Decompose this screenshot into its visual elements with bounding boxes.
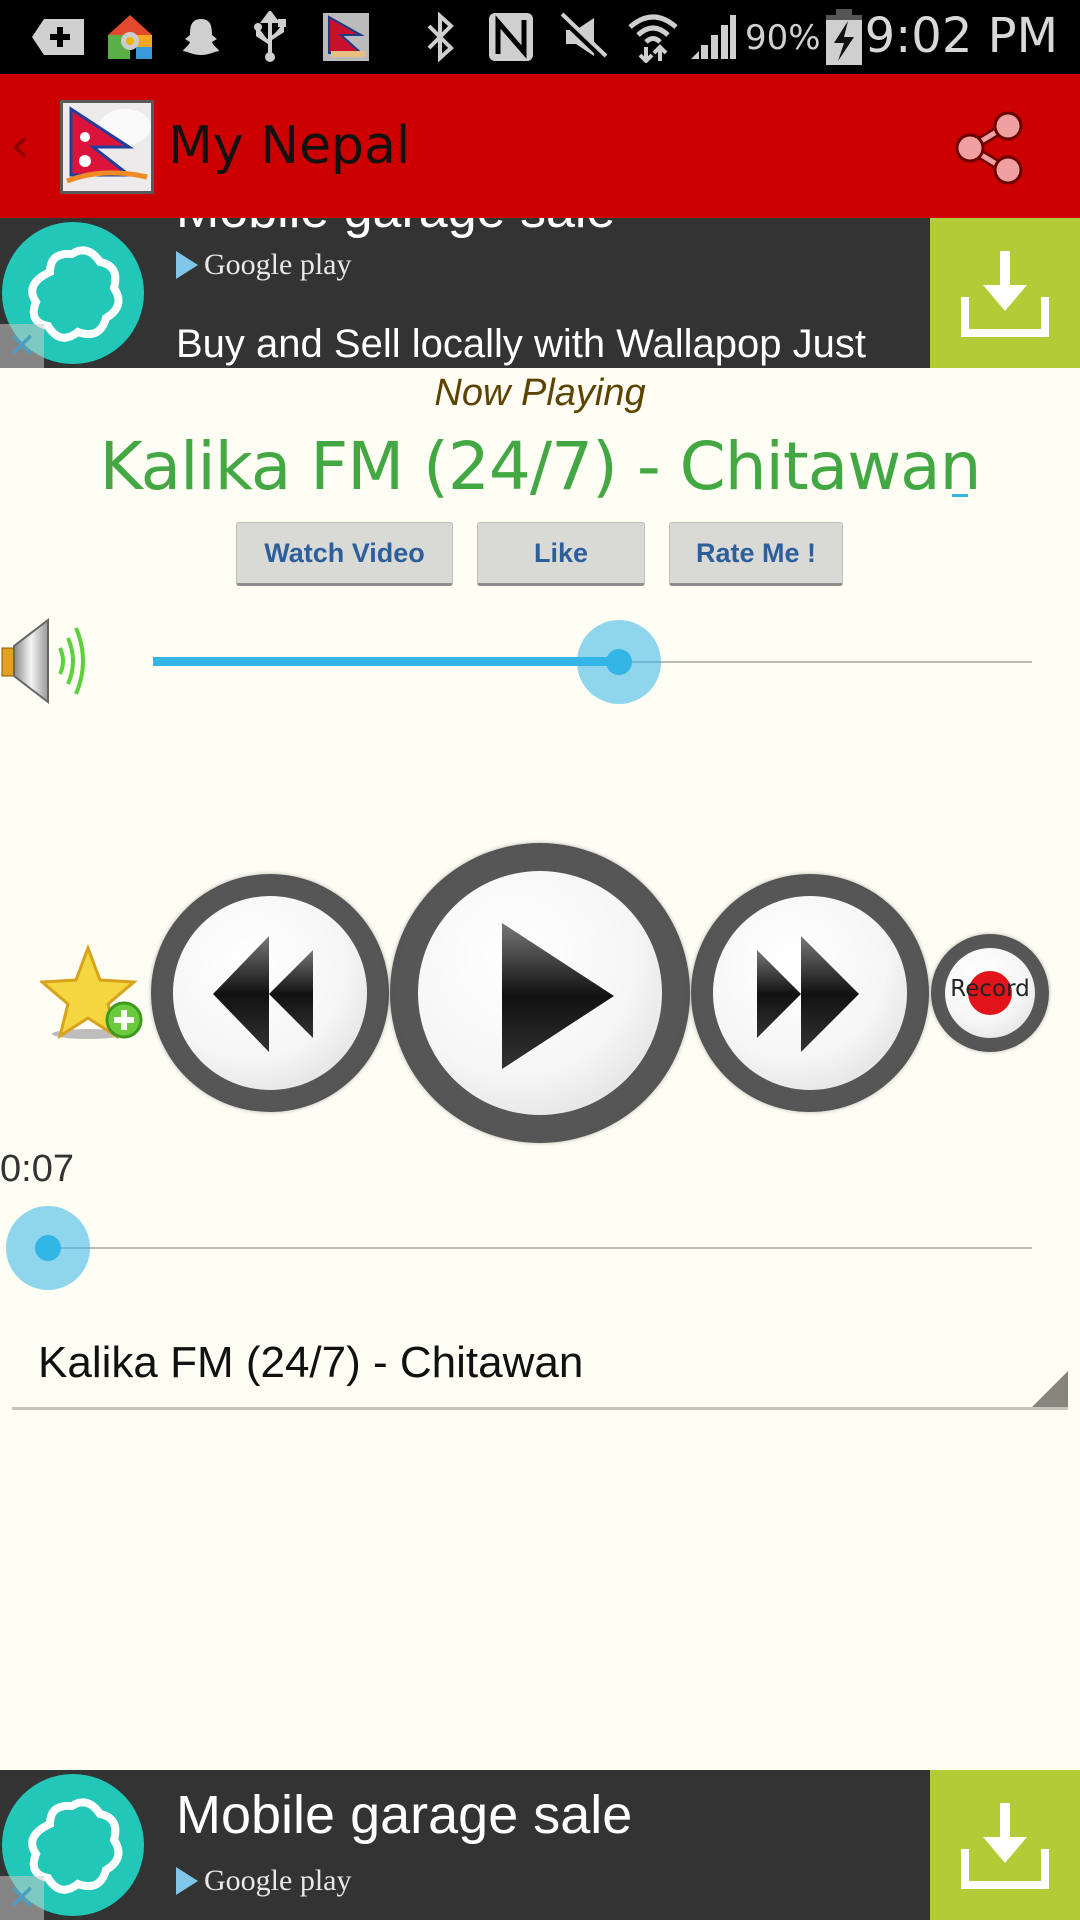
record-button[interactable]: Record (931, 934, 1049, 1052)
now-playing-label: Now Playing (434, 372, 646, 414)
station-title: Kalika FM (24/7) - Chitawan (99, 428, 982, 505)
google-play-badge: Google play (176, 248, 351, 282)
seek-slider[interactable] (6, 1206, 1032, 1290)
record-label: Record (950, 976, 1030, 1002)
nfc-icon (486, 13, 536, 61)
volume-speaker-icon (0, 617, 92, 708)
ad-close-button[interactable]: ✕ (0, 324, 44, 368)
watch-video-button[interactable]: Watch Video (236, 522, 453, 586)
ad-banner-top[interactable]: Mobile garage sale Google play Buy and S… (0, 218, 1080, 368)
add-notification-icon (28, 14, 88, 60)
volume-fill (153, 657, 619, 666)
bluetooth-icon (420, 12, 460, 62)
snapchat-icon (176, 14, 226, 60)
status-bar: 90% 9:02 PM (0, 0, 1080, 74)
google-play-label: Google play (204, 1864, 352, 1897)
usb-icon (248, 11, 292, 62)
battery-charging-icon (826, 9, 862, 65)
download-icon (961, 1803, 1049, 1889)
app-title: My Nepal (168, 116, 411, 176)
ad-close-button[interactable]: ✕ (0, 1876, 44, 1920)
star-add-icon (38, 943, 143, 1040)
ad-headline: Mobile garage sale (176, 1785, 633, 1845)
station-spinner-value: Kalika FM (24/7) - Chitawan (38, 1338, 584, 1387)
volume-thumb-core (605, 649, 632, 675)
ad-banner-bottom[interactable]: Mobile garage sale Google play ✕ (0, 1770, 1080, 1920)
rewind-button[interactable] (151, 874, 389, 1112)
google-play-icon (176, 251, 198, 279)
my-nepal-app-icon (322, 13, 370, 61)
download-icon (961, 251, 1049, 337)
fast-forward-button[interactable] (691, 874, 929, 1112)
ad-body-text: Buy and Sell locally with Wallapop Just (176, 322, 866, 366)
ad-download-button[interactable] (930, 218, 1080, 368)
clock: 9:02 PM (864, 8, 1058, 64)
google-play-label: Google play (204, 248, 352, 281)
fast-forward-icon (757, 936, 859, 1052)
like-button[interactable]: Like (477, 522, 645, 586)
app-logo[interactable] (60, 100, 154, 194)
action-bar: ‹ My Nepal (0, 74, 1080, 218)
add-favorite-button[interactable] (38, 943, 146, 1048)
volume-slider[interactable] (153, 620, 1032, 704)
google-play-icon (176, 1867, 198, 1895)
mute-icon (558, 12, 608, 61)
share-icon[interactable] (950, 108, 1030, 188)
back-chevron-icon[interactable]: ‹ (10, 116, 30, 174)
spinner-dropdown-indicator-icon (1032, 1371, 1068, 1407)
signal-icon (688, 14, 738, 60)
ad-partial-headline: Mobile garage sale (176, 218, 615, 240)
rate-me-button[interactable]: Rate Me ! (669, 522, 843, 586)
station-spinner[interactable]: Kalika FM (24/7) - Chitawan (12, 1330, 1068, 1410)
google-play-badge: Google play (176, 1864, 351, 1898)
seek-thumb-core (35, 1235, 61, 1261)
play-icon (502, 923, 614, 1069)
text-cursor (952, 494, 968, 497)
ad-download-button[interactable] (930, 1770, 1080, 1920)
battery-percent: 90% (745, 18, 821, 58)
seek-track (48, 1247, 1032, 1249)
elapsed-time: 0:07 (0, 1148, 74, 1190)
home-settings-app-icon (104, 14, 156, 60)
wifi-icon (626, 14, 680, 63)
play-button[interactable] (390, 843, 690, 1143)
rewind-icon (213, 936, 313, 1052)
